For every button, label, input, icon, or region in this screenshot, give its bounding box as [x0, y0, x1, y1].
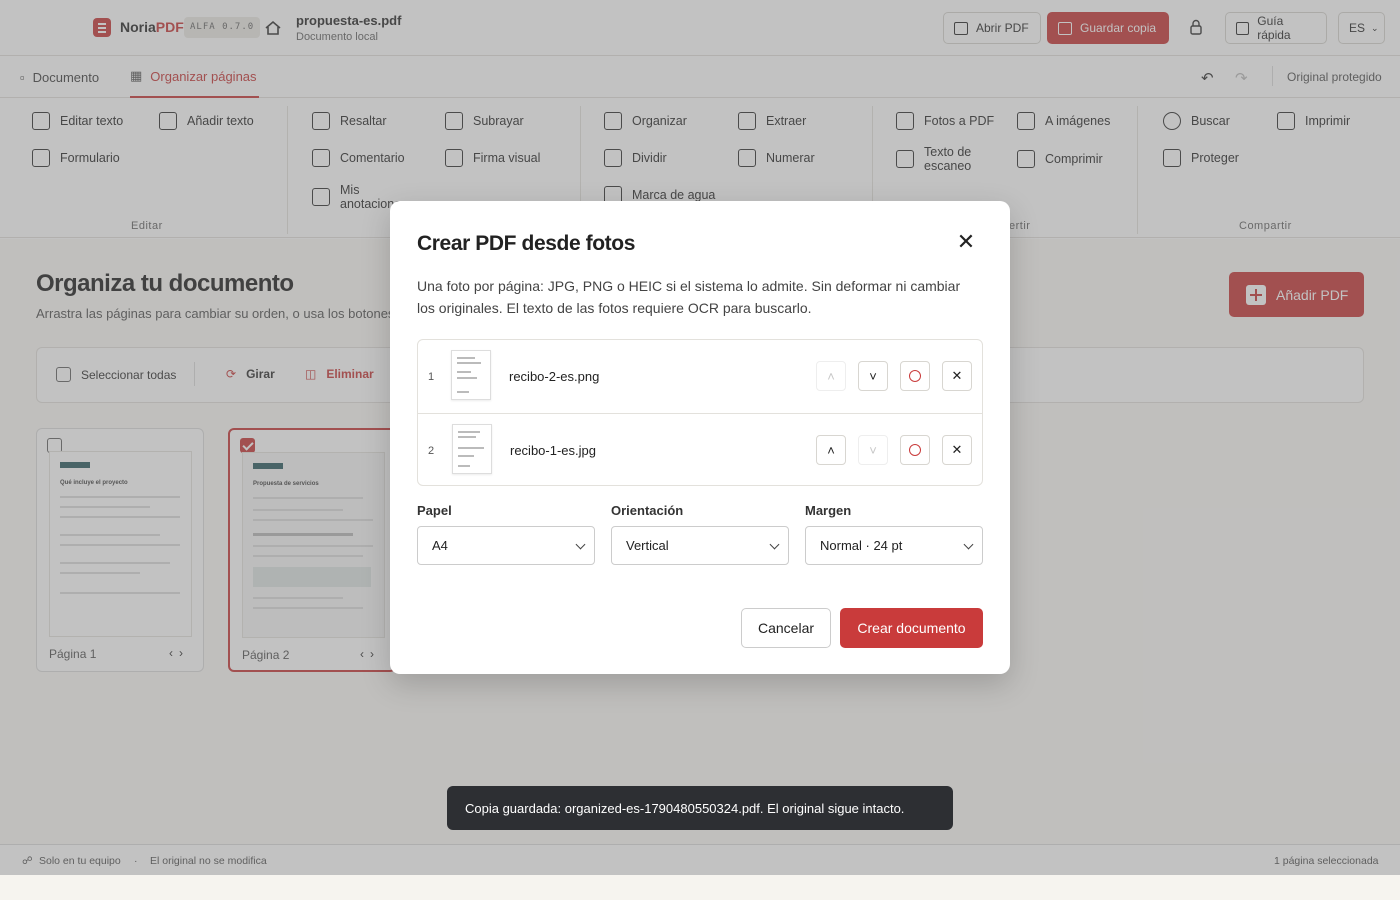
remove-photo-button[interactable]: ✕: [942, 361, 972, 391]
list-item[interactable]: 1 recibo-2-es.png ˄ ˅ ✕: [418, 340, 982, 413]
orientation-select[interactable]: Vertical: [611, 526, 789, 565]
move-down-button[interactable]: ˅: [858, 435, 888, 465]
rotate-icon: [909, 444, 921, 456]
dialog-title: Crear PDF desde fotos: [417, 232, 635, 255]
move-up-button[interactable]: ˄: [816, 435, 846, 465]
close-icon: ✕: [951, 368, 963, 383]
photo-index: 2: [428, 445, 435, 457]
chevron-down-icon: ˅: [869, 442, 877, 458]
remove-photo-button[interactable]: ✕: [942, 435, 972, 465]
move-up-button[interactable]: ˄: [816, 361, 846, 391]
rotate-photo-button[interactable]: [900, 435, 930, 465]
app-window: NoriaPDF ALFA 0.7.0 propuesta-es.pdf Doc…: [0, 0, 1400, 875]
rotate-icon: [909, 370, 921, 382]
chevron-up-icon: ˄: [827, 368, 835, 384]
chevron-down-icon: ˅: [869, 368, 877, 384]
orientation-label: Orientación: [611, 503, 684, 518]
chevron-up-icon: ˄: [827, 442, 835, 458]
toast-notification: Copia guardada: organized-es-17904805503…: [447, 786, 953, 830]
margin-select[interactable]: Normal · 24 pt: [805, 526, 983, 565]
photo-list: 1 recibo-2-es.png ˄ ˅ ✕ 2 recibo-1-es.jp…: [417, 339, 983, 486]
photo-name: recibo-2-es.png: [509, 369, 600, 384]
photo-thumbnail: [452, 424, 492, 474]
photo-thumbnail: [451, 350, 491, 400]
margin-label: Margen: [805, 503, 852, 518]
list-item[interactable]: 2 recibo-1-es.jpg ˄ ˅ ✕: [418, 413, 982, 486]
close-icon: ✕: [951, 442, 963, 457]
dialog-description: Una foto por página: JPG, PNG o HEIC si …: [417, 278, 961, 316]
close-icon[interactable]: ✕: [955, 231, 977, 253]
cancel-button[interactable]: Cancelar: [741, 608, 831, 648]
create-document-button[interactable]: Crear documento: [840, 608, 983, 648]
photo-name: recibo-1-es.jpg: [510, 443, 596, 458]
photo-index: 1: [428, 371, 435, 383]
rotate-photo-button[interactable]: [900, 361, 930, 391]
paper-label: Papel: [417, 503, 452, 518]
move-down-button[interactable]: ˅: [858, 361, 888, 391]
create-pdf-from-photos-dialog: Crear PDF desde fotos ✕ Una foto por pág…: [390, 201, 1010, 674]
paper-select[interactable]: A4: [417, 526, 595, 565]
